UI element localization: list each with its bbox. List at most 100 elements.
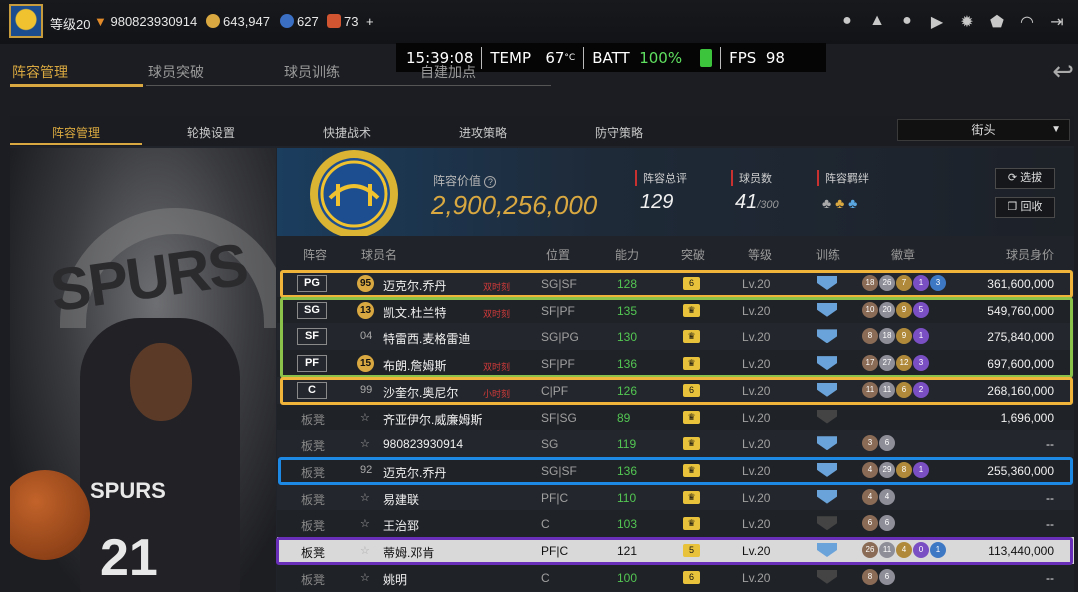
slot-label: 板凳 xyxy=(301,546,326,560)
slot-label: PF xyxy=(297,355,327,373)
subtab-lineup[interactable]: 阵容管理 xyxy=(52,124,100,141)
player-name[interactable]: 蒂姆.邓肯 xyxy=(383,544,434,561)
slot-label: C xyxy=(297,381,327,399)
mode-dropdown[interactable]: 街头 ▼ xyxy=(897,119,1070,141)
tab-training[interactable]: 球员训练 xyxy=(284,62,340,82)
table-row[interactable]: 板凳 ☆ 蒂姆.邓肯 PF|C 121 5 Lv.20 26 11 4 0 1 113,440,000 xyxy=(277,537,1074,564)
table-row[interactable]: 板凳 ☆ 易建联 PF|C 110 ♛ Lv.20 4 4 -- xyxy=(277,483,1074,511)
tab-custom-points[interactable]: 自建加点 xyxy=(420,62,476,82)
ticket-icon xyxy=(327,14,341,28)
subtab-quick-tactics[interactable]: 快捷战术 xyxy=(323,124,371,141)
jersey-number: 21 xyxy=(100,529,158,587)
headset-icon[interactable]: ◠ xyxy=(1012,12,1042,32)
top-bar: 等级20 ▼ 980823930914 643,947 627 73 + ● ▲… xyxy=(0,0,1078,44)
table-row[interactable]: 板凳 ☆ 姚明 C 100 6 Lv.20 8 6 -- xyxy=(277,563,1074,591)
avatar[interactable] xyxy=(9,4,43,38)
training-icon[interactable] xyxy=(817,276,837,290)
training-icon[interactable] xyxy=(817,409,837,424)
player-rating: 136 xyxy=(617,357,638,372)
crown-icon: ♛ xyxy=(683,490,700,504)
training-icon[interactable] xyxy=(817,302,837,317)
video-icon[interactable]: ▶ xyxy=(922,12,952,32)
training-icon[interactable] xyxy=(817,462,837,477)
player-position: SG xyxy=(541,437,559,452)
training-icon[interactable] xyxy=(817,436,837,451)
table-row[interactable]: PG 95 迈克尔.乔丹 双时刻 SG|SF 128 6 Lv.20 18 26 7 1 3 361,60… xyxy=(277,270,1074,297)
player-name[interactable]: 凯文.杜兰特 xyxy=(383,304,446,321)
table-row[interactable]: SF 04 特雷西.麦格雷迪 SG|PG 130 ♛ Lv.20 8 18 9 1 275,840,0… xyxy=(277,323,1074,351)
player-rating: 135 xyxy=(617,303,638,318)
table-row[interactable]: C 99 沙奎尔.奥尼尔 小时刻 C|PF 126 6 Lv.20 11 11 6 2 268,160,… xyxy=(277,376,1074,404)
badge-count: 8 xyxy=(862,568,878,585)
badge-list: 66 xyxy=(862,515,895,532)
back-icon[interactable]: ↩ xyxy=(1052,56,1074,87)
player-level: Lv.20 xyxy=(742,570,771,585)
crown-icon: ♛ xyxy=(683,303,700,317)
player-name[interactable]: 齐亚伊尔.威廉姆斯 xyxy=(383,411,482,428)
table-row[interactable]: 板凳 ☆ 王治郅 C 103 ♛ Lv.20 6 6 -- xyxy=(277,510,1074,538)
tab-lineup[interactable]: 阵容管理 xyxy=(12,62,68,82)
crown-icon: ♛ xyxy=(683,410,700,424)
player-name[interactable]: 980823930914 xyxy=(383,437,463,451)
player-name[interactable]: 王治郅 xyxy=(383,517,419,534)
table-row[interactable]: 板凳 ☆ 齐亚伊尔.威廉姆斯 SF|SG 89 ♛ Lv.20 1,696,000 xyxy=(277,403,1074,431)
badge-count: 11 xyxy=(879,542,895,558)
col-training: 训练 xyxy=(816,248,841,262)
player-name[interactable]: 布朗.詹姆斯 xyxy=(383,357,446,374)
bell-icon[interactable]: ▲ xyxy=(862,12,892,32)
training-icon[interactable] xyxy=(817,516,837,531)
subtab-rotation[interactable]: 轮换设置 xyxy=(187,124,235,141)
player-name[interactable]: 沙奎尔.奥尼尔 xyxy=(383,384,458,401)
table-row[interactable]: SG 13 凯文.杜兰特 双时刻 SF|PF 135 ♛ Lv.20 10 20 9 5 549,760… xyxy=(277,296,1074,324)
subtab-offense[interactable]: 进攻策略 xyxy=(459,124,507,141)
vip-icon: ▼ xyxy=(94,14,111,29)
profile-icon[interactable]: ● xyxy=(832,12,862,32)
player-name[interactable]: 易建联 xyxy=(383,491,419,508)
gear-icon[interactable]: ✹ xyxy=(952,12,982,32)
breakthrough-badge: 6 xyxy=(683,570,700,584)
player-value: -- xyxy=(1046,517,1054,532)
add-currency-button[interactable]: + xyxy=(366,14,374,29)
lineup-value: 2,900,256,000 xyxy=(431,190,598,220)
badge-count: 6 xyxy=(879,435,895,452)
chevron-down-icon: ▼ xyxy=(1051,124,1061,135)
badge-count: 11 xyxy=(862,381,878,398)
player-position: SF|PF xyxy=(541,357,575,372)
table-row[interactable]: PF 15 布朗.詹姆斯 双时刻 SF|PF 136 ♛ Lv.20 17 27 12 3 697,60… xyxy=(277,350,1074,378)
bond-gold-icon: ♣ xyxy=(835,195,845,211)
training-icon[interactable] xyxy=(817,329,837,344)
slot-label: 板凳 xyxy=(301,412,326,427)
breakthrough-badge: 6 xyxy=(683,277,700,290)
select-button[interactable]: ⟳ 选拔 xyxy=(995,168,1055,189)
friends-icon[interactable]: ● xyxy=(892,12,922,32)
training-icon[interactable] xyxy=(817,569,837,584)
battery-icon xyxy=(700,48,713,67)
player-name[interactable]: 特雷西.麦格雷迪 xyxy=(383,330,470,347)
player-name[interactable]: 迈克尔.乔丹 xyxy=(383,277,446,294)
player-value: 697,600,000 xyxy=(987,357,1054,372)
table-row[interactable]: 板凳 92 迈克尔.乔丹 SG|SF 136 ♛ Lv.20 4 29 8 1 255,360,000 xyxy=(277,456,1074,484)
badge-count: 1 xyxy=(913,275,929,291)
training-icon[interactable] xyxy=(817,382,837,397)
col-value: 球员身价 xyxy=(1005,248,1054,262)
subtab-defense[interactable]: 防守策略 xyxy=(595,124,643,141)
hud-fps-value: 98 xyxy=(765,48,785,67)
exit-icon[interactable]: ⇥ xyxy=(1042,12,1072,32)
recycle-button[interactable]: ❐ 回收 xyxy=(995,197,1055,218)
bond-icons[interactable]: ♣ ♣ ♣ xyxy=(822,195,857,211)
table-row[interactable]: 板凳 ☆ 980823930914 SG 119 ♛ Lv.20 3 6 -- xyxy=(277,430,1074,458)
badge-count: 11 xyxy=(879,381,895,398)
badge-count: 17 xyxy=(862,355,878,372)
training-icon[interactable] xyxy=(817,489,837,504)
badge-count: 9 xyxy=(896,328,912,345)
training-icon[interactable] xyxy=(817,356,837,371)
jersey-number: 15 xyxy=(357,355,374,373)
player-name[interactable]: 迈克尔.乔丹 xyxy=(383,464,446,481)
player-name[interactable]: 姚明 xyxy=(383,571,407,588)
player-level: Lv.20 xyxy=(742,357,771,372)
player-value: -- xyxy=(1046,490,1054,505)
shield-icon[interactable]: ⬟ xyxy=(982,12,1012,32)
bond-blue-icon: ♣ xyxy=(848,195,858,211)
tab-breakthrough[interactable]: 球员突破 xyxy=(148,62,204,82)
training-icon[interactable] xyxy=(817,543,837,557)
